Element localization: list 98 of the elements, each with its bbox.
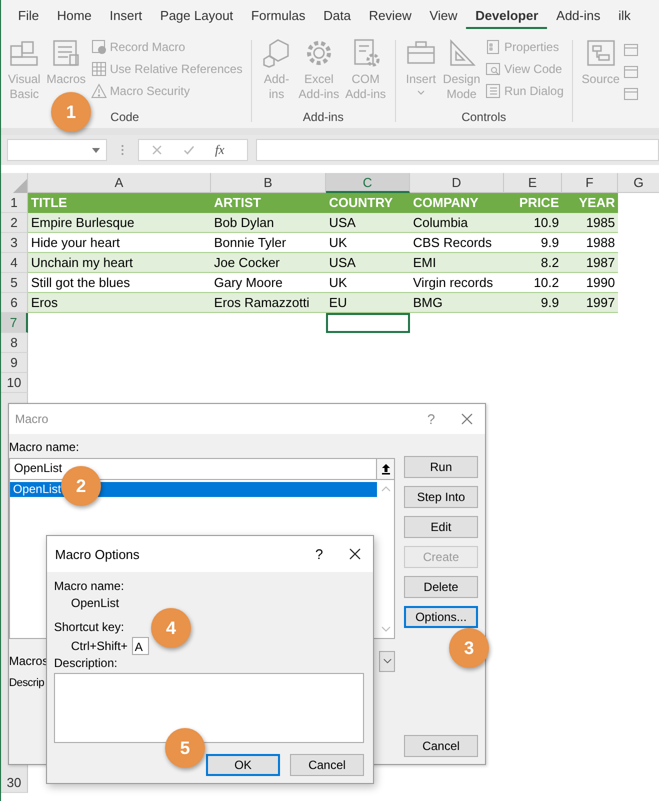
table-cell: Eros Ramazzotti xyxy=(211,293,326,313)
chevron-up-icon[interactable] xyxy=(380,486,390,492)
column-header[interactable]: G xyxy=(618,173,659,193)
grid-icon xyxy=(90,61,107,77)
dialog-button[interactable]: Cancel xyxy=(404,735,478,757)
chevron-down-icon[interactable] xyxy=(380,626,390,632)
column-header[interactable]: E xyxy=(504,173,562,193)
table-cell: ARTIST xyxy=(211,193,326,213)
table-cell: COUNTRY xyxy=(326,193,410,213)
table-cell: Bob Dylan xyxy=(211,213,326,233)
row-header[interactable]: 9 xyxy=(1,353,28,373)
table-cell: Eros xyxy=(28,293,211,313)
more-icon xyxy=(121,144,124,156)
table-cell: EU xyxy=(326,293,410,313)
row-header[interactable]: 2 xyxy=(1,213,28,233)
table-icon[interactable] xyxy=(622,86,639,102)
close-icon[interactable] xyxy=(349,548,361,560)
column-header[interactable]: B xyxy=(211,173,326,193)
table-cell: 8.2 xyxy=(504,253,562,273)
table-cell: USA xyxy=(326,253,410,273)
field-label: Macro name: xyxy=(9,439,80,455)
column-header[interactable]: D xyxy=(410,173,504,193)
group-label: Code xyxy=(110,110,140,126)
ribbon-tab[interactable]: File xyxy=(9,4,48,28)
table-cell: 1985 xyxy=(562,213,618,233)
ribbon-tab[interactable]: Data xyxy=(314,4,360,28)
table-cell: COMPANY xyxy=(410,193,504,213)
field-label: Macro name: xyxy=(54,578,124,594)
dialog-title: Macro xyxy=(15,412,50,426)
table-cell: EMI xyxy=(410,253,504,273)
shortcut-key-field[interactable]: A xyxy=(132,637,149,655)
column-header[interactable]: A xyxy=(28,173,211,193)
shortcut-prefix: Ctrl+Shift+ xyxy=(71,638,128,654)
macro-name: OpenList xyxy=(70,595,120,611)
ribbon-tab[interactable]: Developer xyxy=(466,4,548,28)
active-cell[interactable] xyxy=(326,313,410,333)
dialog-button[interactable]: Step Into xyxy=(404,486,478,508)
group-label: Controls xyxy=(461,110,506,126)
dialog-button[interactable]: Run xyxy=(404,456,478,478)
table-cell: 9.9 xyxy=(504,293,562,313)
table-cell: 1997 xyxy=(562,293,618,313)
insert-function-button[interactable]: fx xyxy=(215,142,224,158)
help-button[interactable]: ? xyxy=(315,546,323,562)
dialog-button[interactable]: Options... xyxy=(404,606,478,628)
table-cell: YEAR xyxy=(562,193,618,213)
ribbon-tab[interactable]: Page Layout xyxy=(151,4,242,28)
row-header[interactable]: 6 xyxy=(1,293,28,313)
table-cell: Columbia xyxy=(410,213,504,233)
column-header[interactable]: C xyxy=(326,173,410,193)
table-cell: 1987 xyxy=(562,253,618,273)
dialog-button[interactable]: OK xyxy=(206,754,280,776)
select-all-button[interactable] xyxy=(1,173,28,193)
ribbon-tab[interactable]: Add-ins xyxy=(547,4,610,28)
table-cell: Joe Cocker xyxy=(211,253,326,273)
warn-icon xyxy=(90,83,107,99)
table-cell: USA xyxy=(326,213,410,233)
row-header[interactable]: 10 xyxy=(1,373,28,393)
row-header[interactable]: 3 xyxy=(1,233,28,253)
dialog-button[interactable]: Cancel xyxy=(290,754,364,776)
ribbon-tab[interactable]: Insert xyxy=(100,4,152,28)
ribbon-tab[interactable]: ilk xyxy=(609,4,640,28)
formula-field[interactable] xyxy=(256,139,659,161)
ribbon-tab[interactable]: Home xyxy=(48,4,101,28)
dialog-icon xyxy=(485,83,502,99)
row-header[interactable]: 30 xyxy=(1,773,28,793)
dialog-button[interactable]: Edit xyxy=(404,516,478,538)
field-label: Shortcut key: xyxy=(54,619,124,635)
field-label: Description: xyxy=(54,655,118,671)
field-label: Descrip xyxy=(9,676,44,691)
table-cell: TITLE xyxy=(28,193,211,213)
ribbon-tab[interactable]: Formulas xyxy=(242,4,314,28)
row-header[interactable]: 4 xyxy=(1,253,28,273)
table-cell: Empire Burlesque xyxy=(28,213,211,233)
record-icon xyxy=(90,39,107,55)
check-icon[interactable] xyxy=(183,144,195,156)
table-cell: PRICE xyxy=(504,193,562,213)
ribbon-tab[interactable]: View xyxy=(420,4,466,28)
group-label: Add-ins xyxy=(302,110,344,126)
dialog-title: Macro Options xyxy=(55,546,141,562)
row-header[interactable]: 1 xyxy=(1,193,28,213)
triangle-icon xyxy=(13,179,27,193)
row-header[interactable]: 7 xyxy=(1,313,28,333)
dropdown-button[interactable] xyxy=(379,650,395,672)
table-cell: BMG xyxy=(410,293,504,313)
table-icon[interactable] xyxy=(622,64,639,80)
cancel-icon[interactable] xyxy=(151,144,163,156)
column-header[interactable]: F xyxy=(562,173,618,193)
row-header[interactable]: 5 xyxy=(1,273,28,293)
description-field[interactable] xyxy=(54,673,364,743)
table-cell: 10.9 xyxy=(504,213,562,233)
row-header[interactable]: 8 xyxy=(1,333,28,353)
name-box[interactable] xyxy=(7,139,107,161)
caret-icon xyxy=(92,148,100,153)
dialog-button[interactable]: Delete xyxy=(404,576,478,598)
table-cell: Unchain my heart xyxy=(28,253,211,273)
ribbon-tab[interactable]: Review xyxy=(360,4,420,28)
table-icon[interactable] xyxy=(622,42,639,58)
chevron-down-icon xyxy=(382,658,392,664)
